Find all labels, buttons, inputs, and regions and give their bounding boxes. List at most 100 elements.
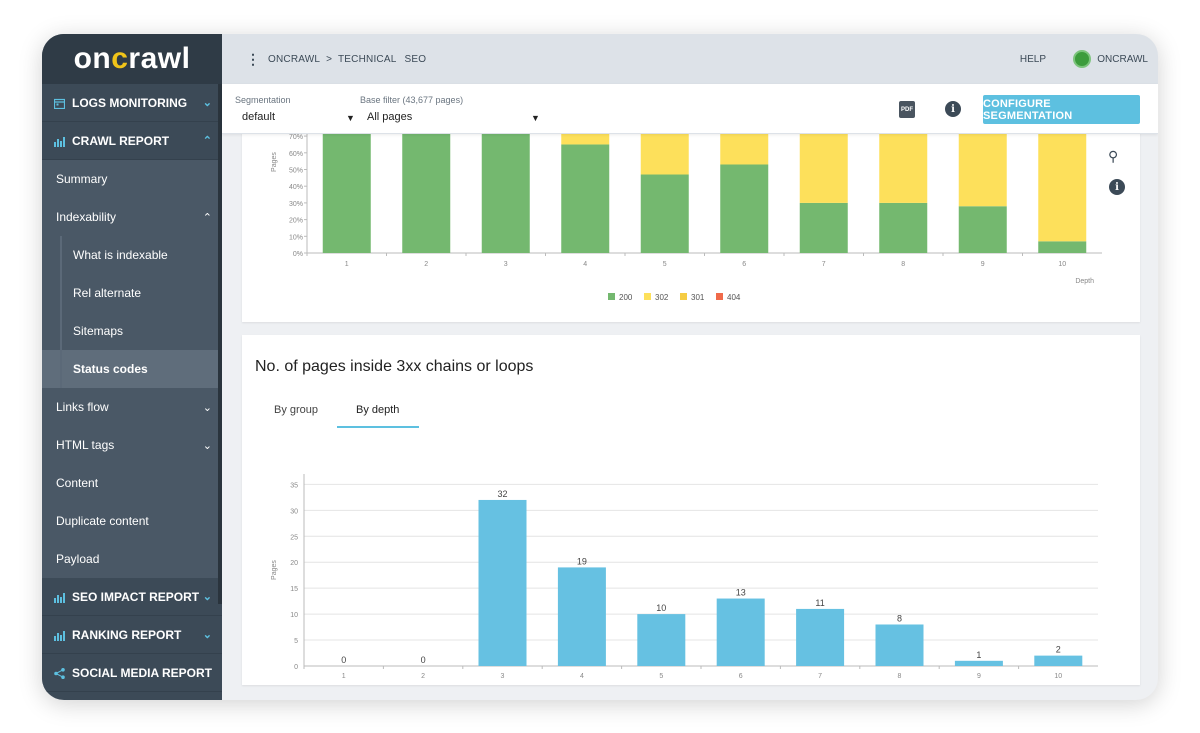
indexability-submenu: What is indexable Rel alternate Sitemaps…	[42, 236, 222, 388]
bar-segment-200	[561, 144, 610, 253]
caret-down-icon[interactable]: ▼	[346, 113, 355, 123]
share-icon	[54, 667, 66, 679]
legend-label-301: 301	[691, 293, 705, 302]
kebab-menu-icon[interactable]: ⋮	[246, 52, 260, 66]
oncrawl-logo[interactable]: oncrawl	[42, 34, 222, 84]
configure-segmentation-button[interactable]: CONFIGURE SEGMENTATION	[983, 95, 1140, 124]
3xx-chains-bar-chart: 05101520253035Pages010232319410513611788…	[271, 474, 1098, 699]
x-tick-label: 9	[977, 673, 981, 680]
base-filter-select[interactable]: All pages	[367, 111, 412, 123]
legend-swatch-200	[608, 293, 615, 300]
tab-by-group[interactable]: By group	[274, 404, 318, 416]
y-tick-label: 25	[290, 534, 298, 541]
bar	[1034, 655, 1083, 666]
tab-by-depth[interactable]: By depth	[356, 404, 399, 416]
y-tick-label: 0	[294, 664, 298, 671]
nav-social-media-report[interactable]: SOCIAL MEDIA REPORT	[42, 654, 222, 692]
sidebar-item-sitemaps[interactable]: Sitemaps	[42, 312, 222, 350]
sidebar-item-links-flow[interactable]: Links flow ⌄	[42, 388, 222, 426]
indexability-label: Indexability	[56, 210, 117, 224]
y-tick-label: 5	[294, 638, 298, 645]
bar-segment-200	[879, 202, 928, 253]
bar-segment-200	[640, 174, 689, 253]
sidebar-scrollbar[interactable]	[218, 84, 222, 604]
bar-segment-302	[1038, 122, 1087, 242]
y-axis-label: Pages	[271, 560, 278, 580]
sidebar-item-indexability[interactable]: Indexability ⌃	[42, 198, 222, 236]
x-tick-label: 1	[342, 673, 346, 680]
chevron-down-icon: ⌄	[202, 401, 212, 414]
bar-segment-200	[720, 164, 769, 253]
user-menu[interactable]: ONCRAWL	[1073, 50, 1148, 68]
breadcrumb-separator: >	[326, 53, 332, 65]
sidebar-item-summary[interactable]: Summary	[42, 160, 222, 198]
x-tick-label: 9	[981, 261, 985, 268]
breadcrumb-oncrawl[interactable]: ONCRAWL	[268, 54, 320, 65]
legend-label-404: 404	[727, 293, 741, 302]
legend-swatch-302	[644, 293, 651, 300]
content-label: Content	[56, 476, 99, 490]
x-tick-label: 2	[424, 261, 428, 268]
active-tab-indicator	[337, 426, 419, 428]
segmentation-select[interactable]: default	[242, 111, 275, 123]
help-link[interactable]: HELP	[1020, 54, 1046, 65]
nav-logs-monitoring[interactable]: LOGS MONITORING ⌄	[42, 84, 222, 122]
sitemaps-label: Sitemaps	[73, 324, 124, 338]
payload-label: Payload	[56, 552, 100, 566]
rel-alternate-label: Rel alternate	[73, 286, 142, 300]
status-codes-stacked-chart: 0% 10% 20% 30% 40% 50% 60% 70% Pages 1 2 3 4 5 6 7 8 9 10 D…	[271, 122, 1102, 302]
y-tick-label: 30%	[289, 201, 303, 208]
nav-logs-label: LOGS MONITORING	[72, 95, 188, 110]
data-label: 11	[815, 598, 824, 608]
nav-crawl-label: CRAWL REPORT	[72, 133, 170, 148]
x-tick-label: 8	[901, 261, 905, 268]
data-label: 1	[976, 650, 981, 660]
data-label: 13	[736, 588, 746, 598]
bar-chart-icon	[54, 135, 66, 147]
app-window: oncrawl LOGS MONITORING ⌄ CRAWL REPORT ⌃…	[42, 34, 1158, 700]
status-codes-label: Status codes	[73, 362, 148, 376]
sidebar-item-html-tags[interactable]: HTML tags ⌄	[42, 426, 222, 464]
caret-down-icon[interactable]: ▼	[531, 113, 540, 123]
bar-segment-302	[958, 122, 1007, 207]
chevron-down-icon: ⌄	[202, 591, 212, 603]
sidebar-item-status-codes[interactable]: Status codes	[42, 350, 222, 388]
html-tags-label: HTML tags	[56, 438, 115, 452]
x-tick-label: 5	[663, 261, 667, 268]
y-tick-label: 60%	[289, 151, 303, 158]
chevron-up-icon: ⌃	[202, 211, 212, 224]
info-icon[interactable]: i	[945, 101, 961, 117]
summary-label: Summary	[56, 172, 108, 186]
legend-label-200: 200	[619, 293, 633, 302]
sidebar-item-payload[interactable]: Payload	[42, 540, 222, 578]
x-tick-label: 8	[898, 673, 902, 680]
bar	[637, 614, 686, 666]
sidebar-item-content[interactable]: Content	[42, 464, 222, 502]
zoom-icon[interactable]: ⚲	[1108, 148, 1118, 165]
avatar	[1073, 50, 1092, 68]
y-tick-label: 50%	[289, 168, 303, 175]
y-tick-label: 15	[290, 586, 298, 593]
chevron-down-icon: ⌄	[202, 439, 212, 452]
pdf-export-icon[interactable]: PDF	[899, 101, 915, 118]
bar	[796, 608, 845, 666]
breadcrumb-seo[interactable]: SEO	[404, 54, 426, 65]
sidebar-item-what-is-indexable[interactable]: What is indexable	[42, 236, 222, 274]
x-tick-label: 1	[345, 261, 349, 268]
user-name: ONCRAWL	[1097, 53, 1148, 65]
info-icon[interactable]: i	[1109, 179, 1125, 195]
breadcrumb-technical[interactable]: TECHNICAL	[338, 54, 396, 65]
crawl-report-submenu: Summary Indexability ⌃ What is indexable…	[42, 160, 222, 578]
nav-seo-impact-label: SEO IMPACT REPORT	[72, 589, 200, 604]
sidebar-item-duplicate-content[interactable]: Duplicate content	[42, 502, 222, 540]
y-axis-label: Pages	[271, 152, 278, 172]
calendar-icon	[54, 97, 66, 109]
x-tick-label: 7	[822, 261, 826, 268]
sidebar-item-rel-alternate[interactable]: Rel alternate	[42, 274, 222, 312]
x-tick-label: 4	[583, 261, 587, 268]
nav-crawl-report[interactable]: CRAWL REPORT ⌃	[42, 122, 222, 160]
data-label: 0	[341, 655, 346, 665]
nav-ranking-report[interactable]: RANKING REPORT ⌄	[42, 616, 222, 654]
nav-seo-impact-report[interactable]: SEO IMPACT REPORT ⌄	[42, 578, 222, 616]
x-tick-label: 3	[501, 673, 505, 680]
